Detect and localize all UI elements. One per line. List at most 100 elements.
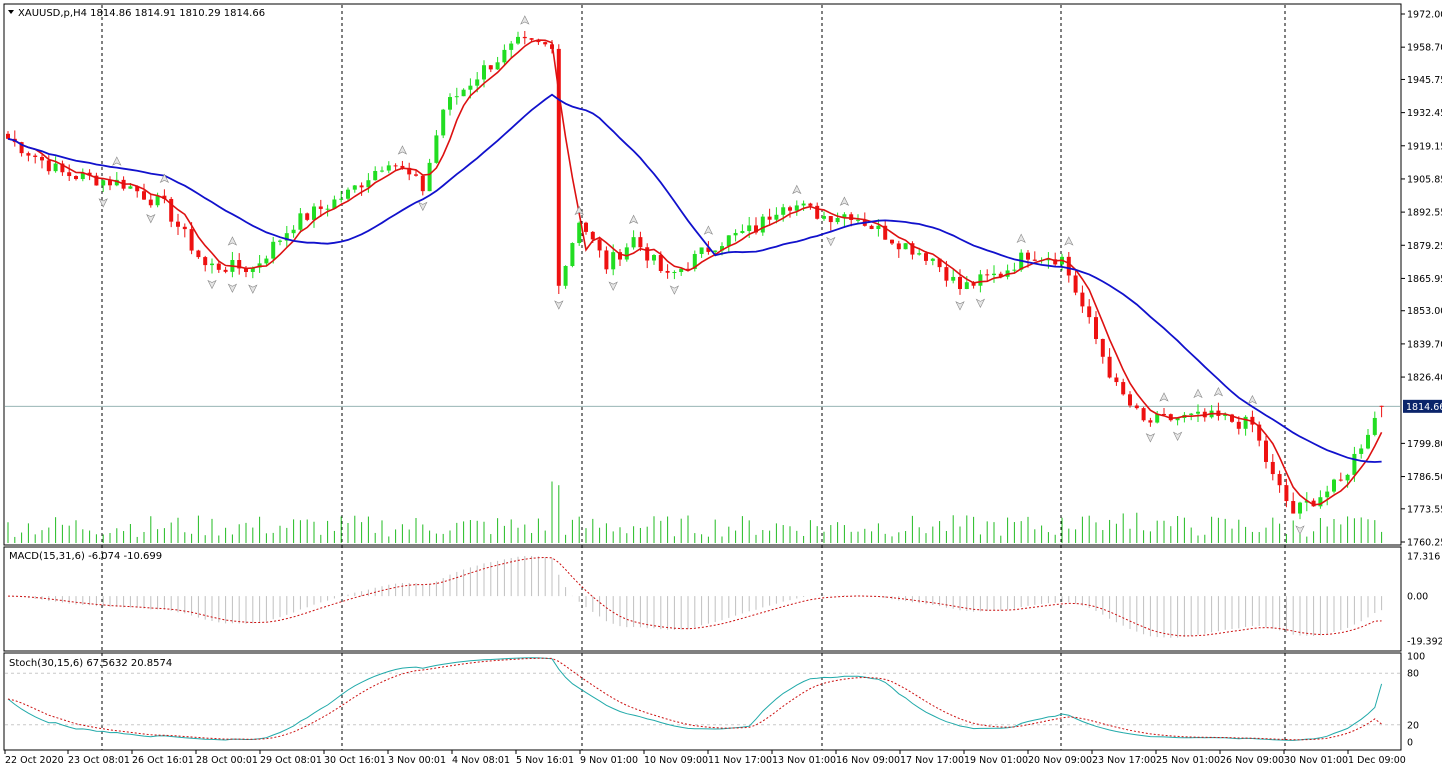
candle-body [203, 257, 208, 266]
candle-body [46, 160, 51, 172]
candle-body [461, 89, 466, 97]
candle-body [380, 170, 384, 172]
candle-body [441, 109, 446, 136]
candle-body [570, 243, 575, 266]
candle-body [1338, 479, 1343, 481]
time-axis-label: 28 Oct 00:01 [196, 755, 258, 766]
candle-body [155, 195, 160, 206]
candle-body [930, 258, 935, 261]
candle-body [1148, 420, 1153, 423]
candle-body [264, 258, 269, 264]
time-axis-label: 13 Nov 01:00 [772, 755, 836, 766]
candle-body [903, 243, 908, 250]
candle-body [1196, 411, 1200, 414]
candle-body [760, 216, 765, 233]
time-axis-label: 17 Nov 17:00 [900, 755, 964, 766]
candle-body [53, 163, 58, 172]
price-axis-tick-label: 1879.25 [1407, 241, 1442, 252]
price-axis-tick-label: 1853.00 [1407, 306, 1442, 317]
time-axis-label: 5 Nov 16:01 [516, 755, 574, 766]
trading-chart[interactable]: 1972.00 1958.70 1945.75 1932.45 1919.15 1905.… [0, 0, 1442, 771]
candle-body [658, 255, 663, 271]
candle-body [1291, 501, 1296, 514]
candle-body [1352, 453, 1357, 475]
price-axis-tick-label: 1839.70 [1407, 339, 1442, 350]
price-axis-tick-label: 1932.45 [1407, 108, 1442, 119]
time-axis-label: 25 Nov 01:00 [1156, 755, 1220, 766]
candle-body [849, 214, 854, 221]
candle-body [434, 135, 439, 163]
time-axis-label: 23 Nov 17:00 [1092, 755, 1156, 766]
candle-body [624, 247, 629, 260]
time-axis: 22 Oct 2020 23 Oct 08:01 26 Oct 16:01 28 Oc… [4, 750, 1406, 766]
candle-body [271, 241, 276, 259]
candle-body [278, 240, 282, 242]
candle-body [577, 222, 582, 244]
candle-body [352, 185, 357, 190]
candle-body [1345, 474, 1350, 481]
candle-body [488, 65, 493, 70]
candle-body [298, 213, 303, 230]
candle-body [584, 222, 588, 232]
candle-body [1379, 405, 1384, 407]
candle-body [74, 176, 78, 180]
candle-body [386, 165, 391, 171]
candle-body [101, 180, 106, 186]
candle-body [985, 274, 990, 276]
candle-body [699, 247, 704, 254]
candle-body [359, 185, 364, 188]
macd-axis-tick-label: -19.392 [1407, 637, 1442, 648]
candle-body [808, 203, 813, 206]
candle-body [1298, 502, 1302, 514]
candle-body [414, 174, 418, 176]
stoch-panel[interactable] [3, 652, 1402, 751]
candle-body [869, 225, 874, 229]
time-axis-label: 30 Nov 01:00 [1284, 755, 1348, 766]
candle-body [801, 203, 806, 206]
candle-body [339, 198, 344, 200]
candle-body [890, 239, 894, 244]
candle-body [1073, 275, 1078, 293]
price-badge-label: 1814.66 [1406, 402, 1442, 413]
time-axis-label: 30 Oct 16:01 [324, 755, 386, 766]
candle-body [611, 252, 616, 270]
candle-body [944, 267, 949, 281]
candle-body [291, 229, 296, 234]
candle-body [726, 235, 731, 247]
candle-body [420, 175, 425, 192]
candle-body [1134, 405, 1139, 409]
price-axis: 1972.00 1958.70 1945.75 1932.45 1919.15 1905.… [1401, 10, 1442, 749]
candle-body [373, 171, 378, 181]
candle-body [1189, 413, 1194, 415]
candle-body [427, 162, 432, 192]
time-axis-label: 23 Oct 08:01 [68, 755, 130, 766]
candle-body [747, 225, 752, 232]
candle-body [604, 250, 609, 270]
candle-body [774, 214, 779, 220]
candle-body [1366, 434, 1370, 449]
candle-body [543, 42, 548, 45]
stoch-info: Stoch(30,15,6) 67.5632 20.8574 [9, 658, 172, 669]
price-axis-tick-label: 1799.80 [1407, 439, 1442, 450]
candle-body [828, 216, 833, 223]
candle-body [1264, 440, 1268, 462]
price-axis-tick-label: 1905.85 [1407, 174, 1442, 185]
candle-body [529, 38, 534, 40]
candle-body [951, 276, 956, 281]
candle-body [822, 216, 826, 219]
price-axis-tick-label: 1958.70 [1407, 43, 1442, 54]
candle-body [924, 253, 928, 261]
candle-body [33, 155, 38, 157]
candle-body [509, 43, 514, 50]
candle-body [312, 206, 316, 220]
candle-body [1325, 491, 1330, 498]
price-panel[interactable] [3, 3, 1402, 546]
candle-body [1372, 417, 1377, 435]
candle-body [1026, 252, 1030, 260]
candle-body [475, 79, 480, 86]
candle-body [856, 219, 860, 221]
candle-body [992, 273, 996, 276]
symbol-info: XAUUSD,p,H4 1814.86 1814.91 1810.29 1814… [18, 8, 265, 19]
candle-body [495, 62, 500, 70]
candle-body [1107, 356, 1112, 378]
